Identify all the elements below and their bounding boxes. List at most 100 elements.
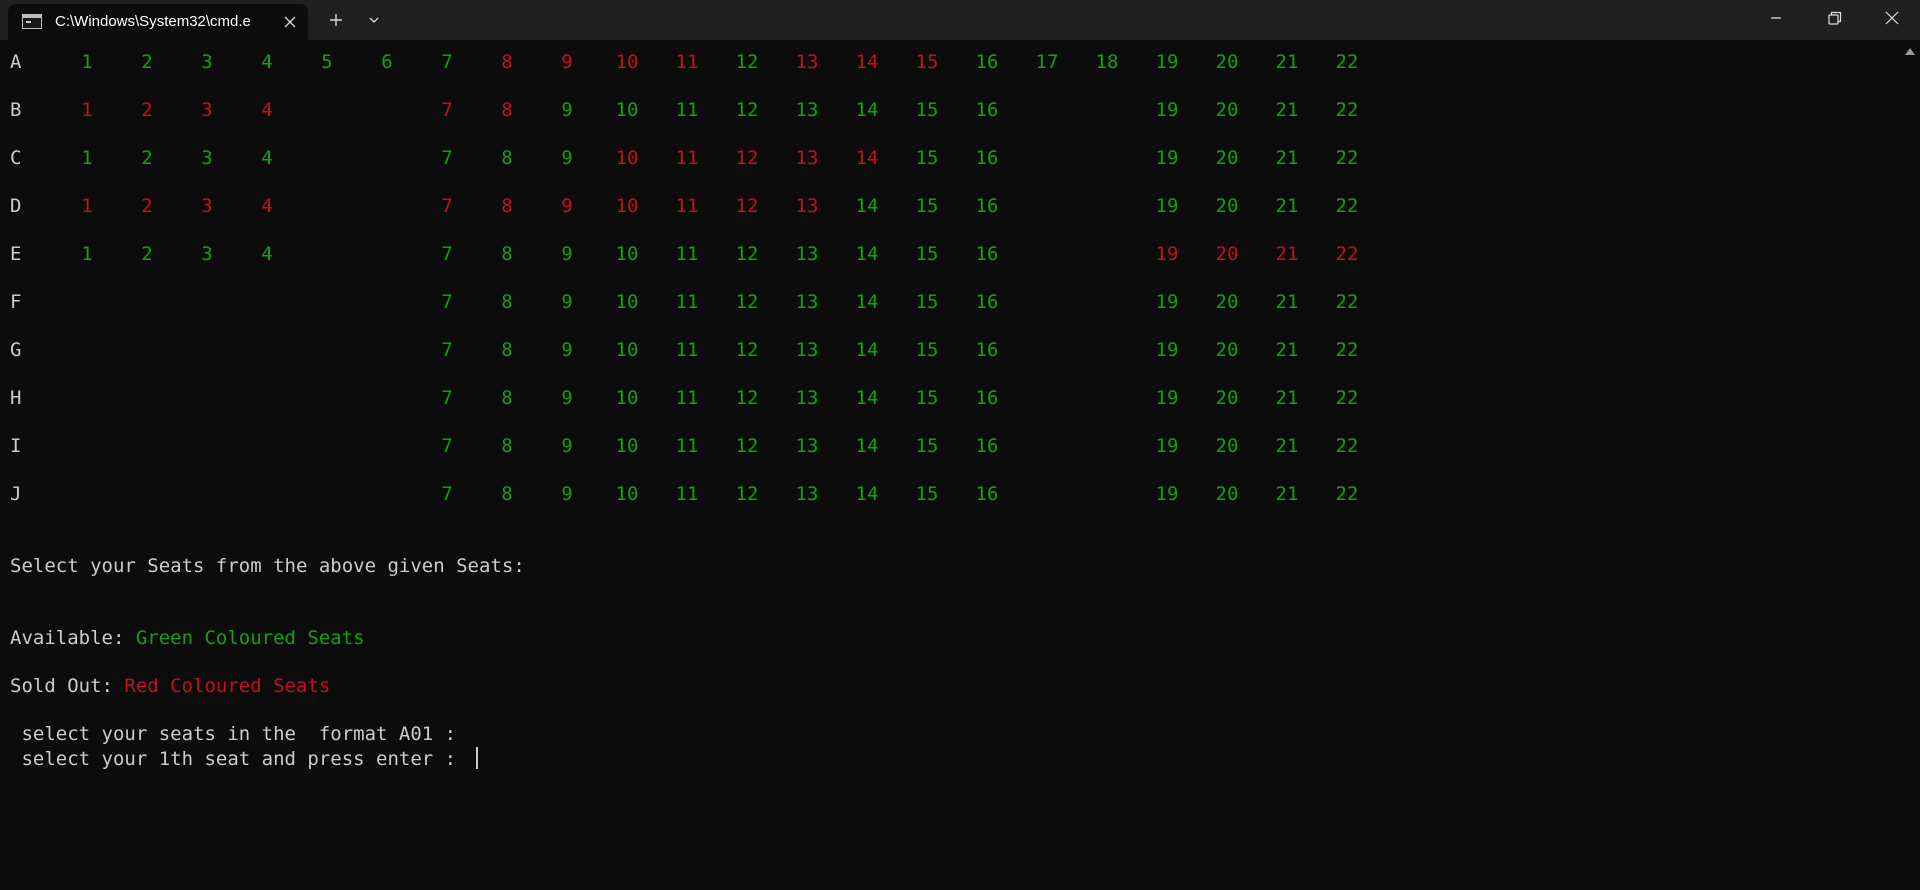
seat-A-22: 22	[1335, 51, 1359, 73]
seat-G-11: 11	[675, 339, 699, 361]
tab-close-button[interactable]	[278, 10, 302, 34]
seat-B-3: 3	[201, 99, 213, 121]
seat-D-15: 15	[915, 195, 939, 217]
seat-B-16: 16	[975, 99, 999, 121]
seat-G-21: 21	[1275, 339, 1299, 361]
seat-G-8: 8	[501, 339, 513, 361]
close-window-button[interactable]	[1863, 0, 1920, 36]
minimize-button[interactable]	[1747, 0, 1805, 36]
seat-D-19: 19	[1155, 195, 1179, 217]
seat-G-14: 14	[855, 339, 879, 361]
seat-D-11: 11	[675, 195, 699, 217]
seat-I-9: 9	[561, 435, 573, 457]
seat-J-8: 8	[501, 483, 513, 505]
seat-J-14: 14	[855, 483, 879, 505]
seat-E-4: 4	[261, 243, 273, 265]
seat-H-19: 19	[1155, 387, 1179, 409]
seat-B-21: 21	[1275, 99, 1299, 121]
seat-D-21: 21	[1275, 195, 1299, 217]
seat-I-13: 13	[795, 435, 819, 457]
seat-E-10: 10	[615, 243, 639, 265]
seat-F-11: 11	[675, 291, 699, 313]
seat-D-20: 20	[1215, 195, 1239, 217]
seat-I-11: 11	[675, 435, 699, 457]
seat-A-18: 18	[1095, 51, 1119, 73]
row-label: B	[10, 99, 22, 121]
seat-A-10: 10	[615, 51, 639, 73]
available-label: Available:	[10, 627, 136, 649]
seat-I-10: 10	[615, 435, 639, 457]
seat-D-10: 10	[615, 195, 639, 217]
seat-I-19: 19	[1155, 435, 1179, 457]
seat-C-11: 11	[675, 147, 699, 169]
scrollbar[interactable]	[1900, 40, 1920, 890]
seat-J-21: 21	[1275, 483, 1299, 505]
plus-icon	[330, 14, 342, 26]
new-tab-button[interactable]	[320, 6, 352, 34]
seat-I-14: 14	[855, 435, 879, 457]
seat-B-10: 10	[615, 99, 639, 121]
seat-F-10: 10	[615, 291, 639, 313]
seat-E-12: 12	[735, 243, 759, 265]
available-legend: Available: Green Coloured Seats	[10, 627, 365, 649]
seat-B-4: 4	[261, 99, 273, 121]
seat-I-20: 20	[1215, 435, 1239, 457]
row-label: C	[10, 147, 22, 169]
seat-E-21: 21	[1275, 243, 1299, 265]
seat-C-3: 3	[201, 147, 213, 169]
seat-H-20: 20	[1215, 387, 1239, 409]
seat-prompt-line[interactable]: select your 1th seat and press enter :	[10, 747, 478, 770]
seat-C-10: 10	[615, 147, 639, 169]
seat-E-2: 2	[141, 243, 153, 265]
seat-H-8: 8	[501, 387, 513, 409]
seat-F-9: 9	[561, 291, 573, 313]
seat-A-21: 21	[1275, 51, 1299, 73]
seat-I-22: 22	[1335, 435, 1359, 457]
seat-A-11: 11	[675, 51, 699, 73]
close-icon	[1885, 11, 1899, 25]
seat-G-20: 20	[1215, 339, 1239, 361]
seat-J-22: 22	[1335, 483, 1359, 505]
seat-B-1: 1	[81, 99, 93, 121]
seat-I-8: 8	[501, 435, 513, 457]
seat-A-1: 1	[81, 51, 93, 73]
tab-dropdown-button[interactable]	[358, 6, 390, 34]
tab-cmd[interactable]: C:\Windows\System32\cmd.e	[8, 4, 308, 40]
seat-B-20: 20	[1215, 99, 1239, 121]
instruction-text: Select your Seats from the above given S…	[10, 555, 525, 577]
seat-F-15: 15	[915, 291, 939, 313]
seat-G-16: 16	[975, 339, 999, 361]
scroll-up-arrow-icon[interactable]	[1905, 48, 1915, 55]
row-label: G	[10, 339, 22, 361]
seat-C-4: 4	[261, 147, 273, 169]
seat-A-7: 7	[441, 51, 453, 73]
seat-C-13: 13	[795, 147, 819, 169]
seat-J-20: 20	[1215, 483, 1239, 505]
seat-E-1: 1	[81, 243, 93, 265]
restore-button[interactable]	[1805, 0, 1863, 36]
seat-B-15: 15	[915, 99, 939, 121]
seat-C-2: 2	[141, 147, 153, 169]
seat-A-2: 2	[141, 51, 153, 73]
seat-B-19: 19	[1155, 99, 1179, 121]
seat-J-11: 11	[675, 483, 699, 505]
row-label: I	[10, 435, 22, 457]
seat-F-20: 20	[1215, 291, 1239, 313]
seat-D-12: 12	[735, 195, 759, 217]
seat-A-17: 17	[1035, 51, 1059, 73]
seat-C-8: 8	[501, 147, 513, 169]
seat-J-9: 9	[561, 483, 573, 505]
seat-H-21: 21	[1275, 387, 1299, 409]
seat-H-10: 10	[615, 387, 639, 409]
seat-J-15: 15	[915, 483, 939, 505]
seat-E-19: 19	[1155, 243, 1179, 265]
seat-H-22: 22	[1335, 387, 1359, 409]
seat-A-4: 4	[261, 51, 273, 73]
terminal-output[interactable]: A 1 2 3 4 5 6 7 8 9 10 11 12 13 14 15 16 17 18 19 20 21 22 B 1 2 3…	[0, 40, 1900, 890]
chevron-down-icon	[369, 17, 379, 23]
text-cursor	[475, 747, 478, 769]
restore-icon	[1828, 11, 1842, 25]
seat-I-15: 15	[915, 435, 939, 457]
seat-G-13: 13	[795, 339, 819, 361]
seat-G-15: 15	[915, 339, 939, 361]
